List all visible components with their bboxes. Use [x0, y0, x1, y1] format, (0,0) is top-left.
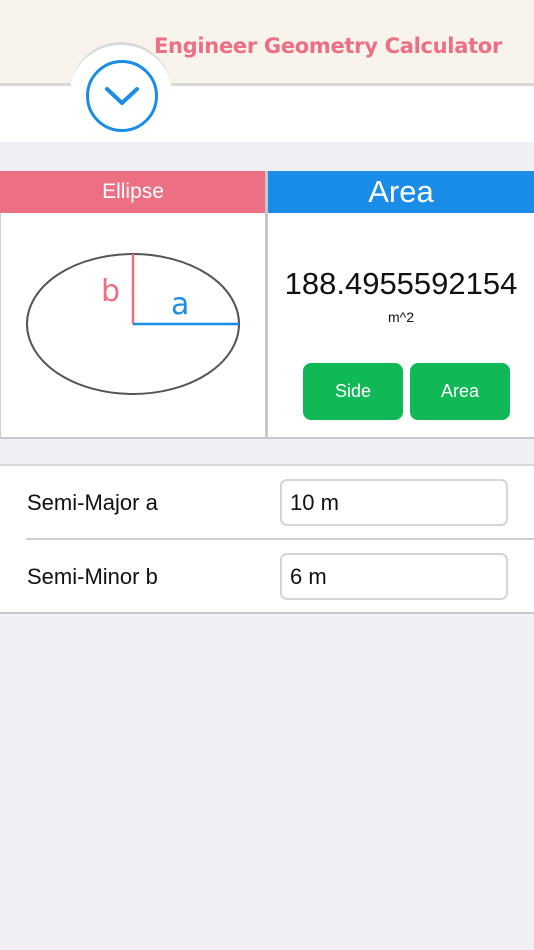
panel-divider: [265, 171, 268, 437]
semi-minor-label: Semi-Minor b: [27, 564, 158, 589]
semi-major-input[interactable]: 10 m: [280, 479, 508, 526]
semi-minor-input[interactable]: 6 m: [280, 553, 508, 600]
semi-major-label: Semi-Major a: [27, 490, 158, 515]
area-button[interactable]: Area: [410, 363, 510, 420]
app-title: Engineer Geometry Calculator: [153, 34, 502, 58]
collapse-toggle-button[interactable]: [86, 60, 158, 132]
semi-minor-row: Semi-Minor b 6 m: [0, 540, 534, 613]
semi-major-row: Semi-Major a 10 m: [0, 466, 534, 540]
minor-label: b: [101, 274, 120, 309]
input-form: Semi-Major a 10 m Semi-Minor b 6 m: [0, 464, 534, 614]
result-unit: m^2: [387, 309, 415, 325]
result-title: Area: [268, 171, 534, 213]
shape-diagram-box: b a: [0, 213, 265, 437]
side-button[interactable]: Side: [303, 363, 403, 420]
shape-title: Ellipse: [0, 171, 266, 213]
chevron-down-icon: [105, 87, 139, 105]
ellipse-diagram: b a: [26, 253, 240, 395]
result-value: 188.4955592154: [284, 266, 518, 301]
major-label: a: [171, 287, 189, 322]
calculator-panel: Ellipse Area b a 188.4955592154 m^2 Side…: [0, 171, 534, 439]
